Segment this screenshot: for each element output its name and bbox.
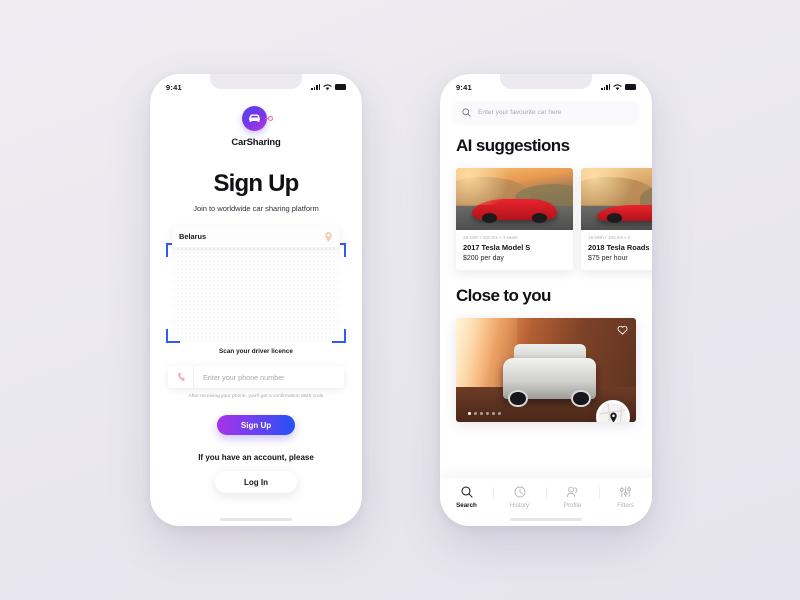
tab-label: Filters (617, 502, 634, 509)
wifi-icon (613, 83, 622, 90)
canvas: 9:41 CarSharing Sign Up Join to worldwid… (0, 0, 800, 600)
signup-phone-mockup: 9:41 CarSharing Sign Up Join to worldwid… (150, 74, 362, 526)
battery-icon (335, 84, 346, 90)
country-value: Belarus (179, 232, 207, 241)
country-input[interactable]: Belarus (172, 226, 340, 247)
tab-filters[interactable]: Filters (599, 486, 652, 509)
page-subtitle: Join to worldwide car sharing platform (193, 204, 319, 213)
page-title: Sign Up (213, 170, 299, 197)
brand-name: CarSharing (231, 137, 281, 148)
car-spec: 18 kWh / 100 km • 2 (588, 235, 631, 240)
car-spec: 25 kWh / 100 km • 4 seats (463, 235, 518, 240)
signal-bars-icon (311, 84, 320, 90)
tab-search[interactable]: Search (440, 486, 493, 509)
car-price: $200 per day (463, 255, 504, 262)
scanner-corner-bl (166, 329, 180, 343)
scanner-grid (172, 247, 340, 341)
section-title-close: Close to you (456, 286, 551, 305)
car-info: 25 kWh / 100 km • 4 seats 2017 Tesla Mod… (456, 230, 573, 270)
car-price: $75 per hour (588, 255, 628, 262)
map-pin-icon (609, 412, 617, 422)
browse-screen: Enter your favourite car here AI suggest… (440, 74, 652, 526)
clock-icon (514, 486, 525, 498)
tab-label: Profile (563, 502, 582, 509)
tab-history[interactable]: History (493, 486, 546, 509)
tab-profile[interactable]: Profile (546, 486, 599, 509)
person-icon (566, 486, 578, 498)
status-time: 9:41 (166, 82, 182, 92)
featured-car-card[interactable] (456, 318, 636, 422)
car-card[interactable]: 18 kWh / 100 km • 2 2018 Tesla Roads $75… (581, 168, 652, 270)
wifi-icon (323, 83, 332, 90)
car-name: 2017 Tesla Model S (463, 243, 531, 252)
signup-screen: CarSharing Sign Up Join to worldwide car… (150, 74, 362, 526)
tab-label: Search (456, 502, 477, 509)
phone-placeholder: Enter your phone number (203, 372, 285, 382)
section-title-ai: AI suggestions (456, 136, 570, 155)
heart-icon[interactable] (617, 325, 628, 335)
scanner-corner-br (332, 329, 346, 343)
home-indicator (510, 518, 582, 521)
brand-block: CarSharing (150, 106, 362, 148)
phone-input[interactable]: Enter your phone number (168, 366, 344, 388)
location-pin-icon (325, 231, 332, 242)
car-photo (456, 168, 573, 230)
car-photo (581, 168, 652, 230)
phone-notch (500, 74, 592, 89)
sliders-icon (619, 486, 632, 498)
car-cards-row: 25 kWh / 100 km • 4 seats 2017 Tesla Mod… (440, 168, 652, 270)
carousel-dots[interactable] (468, 412, 501, 415)
search-icon (461, 486, 473, 498)
car-name: 2018 Tesla Roads (588, 243, 650, 252)
sign-up-button[interactable]: Sign Up (217, 415, 295, 435)
signal-bars-icon (601, 84, 610, 90)
phone-icon (168, 366, 194, 388)
search-input[interactable]: Enter your favourite car here (454, 102, 638, 122)
search-icon (462, 107, 471, 117)
car-card[interactable]: 25 kWh / 100 km • 4 seats 2017 Tesla Mod… (456, 168, 573, 270)
status-icons (601, 83, 636, 91)
status-icons (311, 83, 346, 91)
phone-hint: After receiving your phone, you'll get a… (188, 394, 324, 399)
log-in-button[interactable]: Log In (215, 471, 297, 493)
car-logo-icon (242, 106, 273, 132)
map-pin-badge[interactable] (596, 400, 630, 422)
licence-scanner[interactable] (166, 243, 346, 343)
search-placeholder: Enter your favourite car here (478, 108, 562, 116)
browse-phone-mockup: 9:41 Enter your favourite car here AI su… (440, 74, 652, 526)
phone-notch (210, 74, 302, 89)
scanner-label: Scan your driver licence (219, 348, 293, 355)
status-time: 9:41 (456, 82, 472, 92)
home-indicator (220, 518, 292, 521)
battery-icon (625, 84, 636, 90)
car-info: 18 kWh / 100 km • 2 2018 Tesla Roads $75… (581, 230, 652, 270)
tab-label: History (509, 502, 530, 509)
account-prompt: If you have an account, please (198, 453, 314, 462)
